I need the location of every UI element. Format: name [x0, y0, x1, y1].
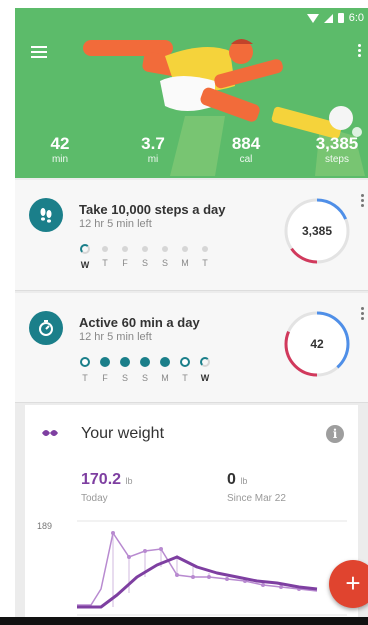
day-label: S	[121, 373, 128, 383]
day-label: W	[80, 260, 90, 270]
day-label: W	[200, 373, 210, 383]
day-label: M	[181, 258, 189, 268]
day-status-done	[160, 357, 170, 367]
footprints-icon	[29, 198, 63, 232]
day-indicator: S	[157, 244, 173, 270]
day-indicator: T	[97, 244, 113, 270]
goal-time-left: 12 hr 5 min left	[79, 218, 152, 230]
day-indicator: W	[77, 244, 93, 270]
card-overflow-icon[interactable]	[361, 307, 364, 322]
day-indicator: S	[117, 357, 133, 383]
day-status-empty	[162, 246, 168, 252]
stat-calories: 884 cal	[226, 134, 266, 165]
weight-change: 0 lb	[227, 471, 247, 489]
day-status-partial	[200, 357, 210, 367]
weight-icon	[42, 430, 58, 436]
day-indicator: W	[197, 357, 213, 383]
day-indicator: F	[97, 357, 113, 383]
status-time: 6:0	[348, 12, 364, 24]
wifi-icon	[306, 13, 319, 23]
day-indicator: T	[77, 357, 93, 383]
day-status-done	[120, 357, 130, 367]
day-status-empty	[102, 246, 108, 252]
signal-icon	[323, 13, 333, 23]
stat-miles: 3.7 mi	[133, 134, 173, 165]
stat-value: 3.7	[141, 134, 165, 153]
progress-ring-value: 42	[310, 337, 324, 351]
weekly-progress: TFSSMTW	[77, 357, 213, 383]
day-status-ring	[180, 357, 190, 367]
day-status-empty	[202, 246, 208, 252]
weight-change-value: 0	[227, 471, 236, 488]
stat-steps: 3,385 steps	[309, 134, 365, 165]
day-status-empty	[182, 246, 188, 252]
day-indicator: M	[177, 244, 193, 270]
goal-card-steps[interactable]: Take 10,000 steps a day 12 hr 5 min left…	[15, 180, 368, 291]
overflow-icon[interactable]	[358, 44, 362, 60]
day-label: T	[202, 258, 208, 268]
day-status-empty	[142, 246, 148, 252]
summary-header: 6:0 42 min 3.7 mi 884 cal 3,385 steps	[15, 8, 368, 178]
timer-icon	[29, 311, 63, 345]
navigation-bar	[0, 617, 368, 625]
day-indicator: S	[137, 244, 153, 270]
day-label: S	[141, 373, 148, 383]
app-screen: 6:0 42 min 3.7 mi 884 cal 3,385 steps Ta…	[15, 8, 368, 625]
card-overflow-icon[interactable]	[361, 194, 364, 209]
info-icon[interactable]: i	[326, 425, 344, 443]
stat-unit: cal	[239, 154, 253, 165]
day-indicator: F	[117, 244, 133, 270]
weight-change-label: Since Mar 22	[227, 493, 286, 504]
day-indicator: T	[197, 244, 213, 270]
stat-unit: mi	[147, 154, 159, 165]
goal-title: Take 10,000 steps a day	[79, 202, 226, 217]
current-weight-unit: lb	[125, 476, 133, 486]
current-weight: 170.2 lb	[81, 471, 133, 489]
stat-unit: steps	[325, 154, 349, 165]
day-status-done	[100, 357, 110, 367]
menu-icon[interactable]	[31, 46, 47, 58]
battery-icon	[337, 13, 344, 23]
stat-value: 42	[50, 134, 70, 153]
day-indicator: M	[157, 357, 173, 383]
day-label: S	[141, 258, 148, 268]
day-indicator: S	[137, 357, 153, 383]
day-label: T	[102, 258, 108, 268]
goal-time-left: 12 hr 5 min left	[79, 331, 152, 343]
current-weight-value: 170.2	[81, 471, 122, 488]
day-label: F	[122, 258, 128, 268]
day-status-empty	[122, 246, 128, 252]
stat-unit: min	[51, 154, 69, 165]
day-label: M	[161, 373, 169, 383]
weight-chart	[77, 520, 347, 616]
goal-title: Active 60 min a day	[79, 315, 200, 330]
y-axis-tick-top: 189	[37, 521, 53, 531]
day-status-partial	[80, 244, 90, 254]
current-weight-label: Today	[81, 493, 108, 504]
stat-value: 3,385	[315, 134, 359, 153]
progress-ring-value: 3,385	[301, 224, 333, 238]
day-label: F	[102, 373, 108, 383]
day-status-ring	[80, 357, 90, 367]
day-label: S	[161, 258, 168, 268]
status-bar: 6:0	[15, 8, 368, 28]
stat-minutes: 42 min	[45, 134, 75, 165]
day-indicator: T	[177, 357, 193, 383]
day-label: T	[82, 373, 88, 383]
weight-change-unit: lb	[240, 476, 248, 486]
goal-card-active-minutes[interactable]: Active 60 min a day 12 hr 5 min left T F S…	[15, 293, 368, 403]
day-status-done	[140, 357, 150, 367]
weight-title: Your weight	[81, 425, 165, 442]
day-label: T	[182, 373, 188, 383]
weight-card[interactable]: Your weight i 170.2 lb Today 0 lb Since …	[25, 405, 358, 625]
weekly-progress: WTFSSMT	[77, 244, 213, 270]
stat-value: 884	[231, 134, 261, 153]
